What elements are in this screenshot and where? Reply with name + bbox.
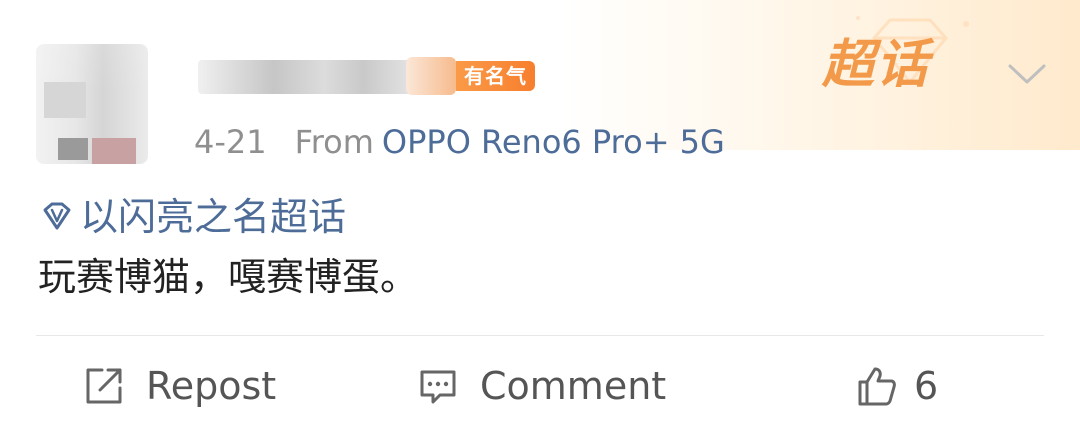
device-link[interactable]: OPPO Reno6 Pro+ 5G bbox=[382, 123, 725, 161]
username-blur-tail bbox=[406, 57, 456, 95]
like-button[interactable]: 6 bbox=[854, 364, 938, 408]
status-badge: 有名气 bbox=[456, 61, 535, 91]
diamond-icon bbox=[43, 202, 71, 230]
divider bbox=[36, 335, 1044, 336]
post-body: 玩赛博猫，嘎赛博蛋。 bbox=[38, 255, 419, 299]
super-topic-label[interactable]: 超话 bbox=[822, 22, 930, 97]
like-count: 6 bbox=[914, 364, 939, 408]
super-topic-link[interactable]: 以闪亮之名超话 bbox=[38, 194, 346, 240]
repost-button[interactable]: Repost bbox=[82, 364, 276, 408]
comment-button[interactable]: Comment bbox=[416, 364, 666, 408]
comment-label: Comment bbox=[480, 364, 667, 408]
post-meta: 4-21 From OPPO Reno6 Pro+ 5G bbox=[194, 122, 725, 162]
super-topic-name[interactable]: 以闪亮之名超话 bbox=[80, 194, 346, 240]
username-blurred[interactable] bbox=[198, 60, 428, 94]
comment-icon bbox=[420, 370, 456, 404]
source-prefix: From bbox=[294, 123, 374, 161]
repost-icon bbox=[86, 368, 122, 404]
post-date: 4-21 bbox=[194, 123, 267, 161]
like-icon bbox=[858, 367, 896, 406]
repost-label: Repost bbox=[146, 364, 277, 408]
chevron-down-icon[interactable] bbox=[1006, 56, 1048, 90]
avatar[interactable] bbox=[36, 44, 148, 164]
